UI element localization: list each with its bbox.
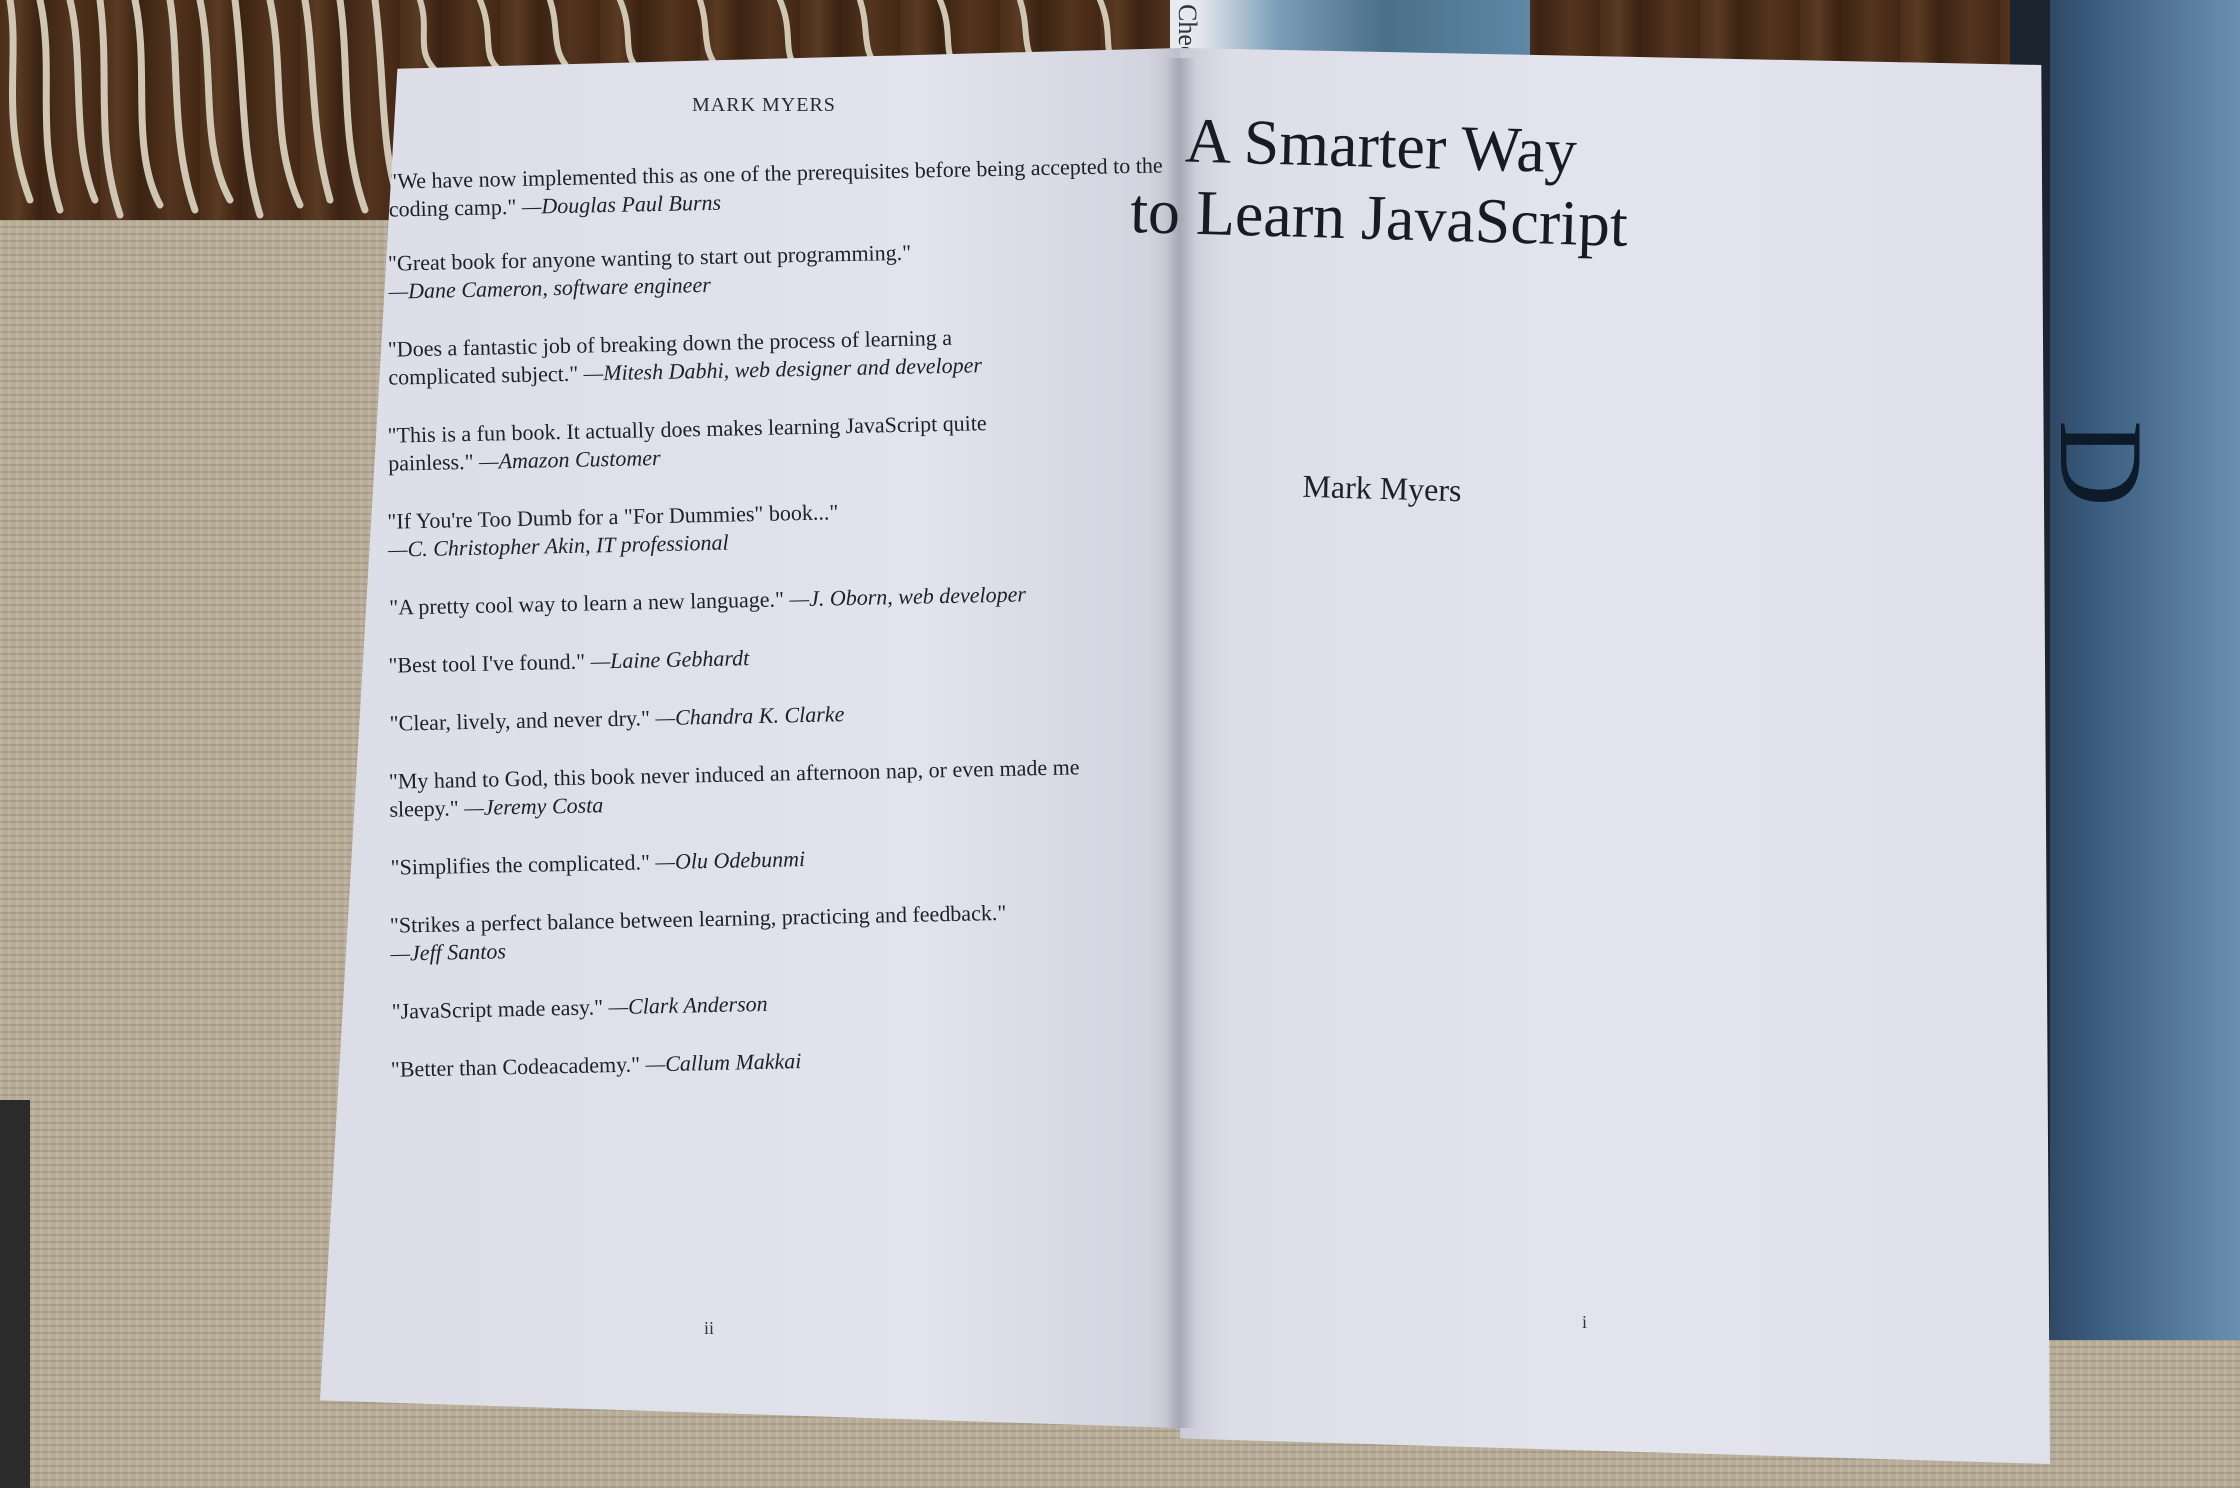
- photo-scene: Chec D MARK MYERS "We have now implement…: [0, 0, 2240, 1488]
- testimonial: "If You're Too Dumb for a "For Dummies" …: [387, 491, 1178, 564]
- shadow-left-edge: [0, 1100, 30, 1488]
- testimonial: "Simplifies the complicated." —Olu Odebu…: [390, 837, 1180, 882]
- page-number-right: i: [1582, 1312, 1588, 1332]
- testimonial: "Best tool I've found." —Laine Gebhardt: [388, 635, 1180, 680]
- testimonial: "A pretty cool way to learn a new langua…: [389, 577, 1179, 622]
- testimonial: "This is a fun book. It actually does ma…: [387, 407, 1068, 477]
- running-head: MARK MYERS: [692, 94, 836, 116]
- testimonial: "Strikes a perfect balance between learn…: [389, 895, 1180, 968]
- testimonial-attribution: —Chandra K. Clarke: [655, 701, 845, 731]
- testimonial-attribution: —J. Oborn, web developer: [789, 581, 1027, 612]
- testimonial-attribution: —Clark Anderson: [608, 990, 768, 1020]
- testimonial-attribution: —Olu Odebunmi: [655, 846, 806, 875]
- testimonial-attribution: —Dane Cameron, software engineer: [388, 271, 712, 304]
- left-page: MARK MYERS "We have now implemented this…: [320, 48, 1180, 1428]
- testimonial-text: "A pretty cool way to learn a new langua…: [388, 586, 790, 620]
- testimonial: "Better than Codeacademy." —Callum Makka…: [390, 1039, 1180, 1084]
- open-book: MARK MYERS "We have now implemented this…: [320, 48, 2060, 1464]
- testimonial: "Great book for anyone wanting to start …: [388, 238, 949, 306]
- testimonial-attribution: —Douglas Paul Burns: [521, 189, 722, 219]
- testimonial: "JavaScript made easy." —Clark Anderson: [391, 981, 1180, 1026]
- page-number-left: ii: [704, 1318, 715, 1338]
- testimonial: "My hand to God, this book never induced…: [389, 753, 1090, 824]
- testimonial-text: "JavaScript made easy.": [391, 994, 609, 1024]
- testimonial-attribution: —Amazon Customer: [478, 444, 661, 474]
- testimonial-attribution: —C. Christopher Akin, IT professional: [387, 529, 729, 562]
- testimonial-list: "We have now implemented this as one of …: [370, 151, 1180, 1114]
- testimonial-text: "Clear, lively, and never dry.": [389, 705, 656, 736]
- testimonial-text: "Strikes a perfect balance between learn…: [389, 899, 1007, 938]
- testimonial-attribution: —Callum Makkai: [645, 1048, 802, 1077]
- testimonial-text: "Simplifies the complicated.": [390, 849, 656, 880]
- testimonial-text: "This is a fun book. It actually does ma…: [387, 410, 987, 476]
- testimonial-attribution: —Jeff Santos: [390, 938, 507, 966]
- book-gutter: [1166, 58, 1196, 1428]
- testimonial: "Does a fantastic job of breaking down t…: [388, 322, 1049, 392]
- testimonial-text: "Best tool I've found.": [388, 648, 591, 678]
- testimonial: "Clear, lively, and never dry." —Chandra…: [389, 693, 1180, 738]
- testimonial-text: "If You're Too Dumb for a "For Dummies" …: [387, 499, 839, 534]
- testimonial-attribution: —Laine Gebhardt: [590, 645, 750, 674]
- testimonial-text: "Better than Codeacademy.": [390, 1051, 646, 1082]
- testimonial-attribution: —Mitesh Dabhi, web designer and develope…: [583, 352, 983, 386]
- testimonial-attribution: —Jeremy Costa: [463, 792, 604, 821]
- book-title: A Smarter Way to Learn JavaScript: [998, 99, 1762, 264]
- testimonial-text: "Great book for anyone wanting to start …: [387, 239, 912, 276]
